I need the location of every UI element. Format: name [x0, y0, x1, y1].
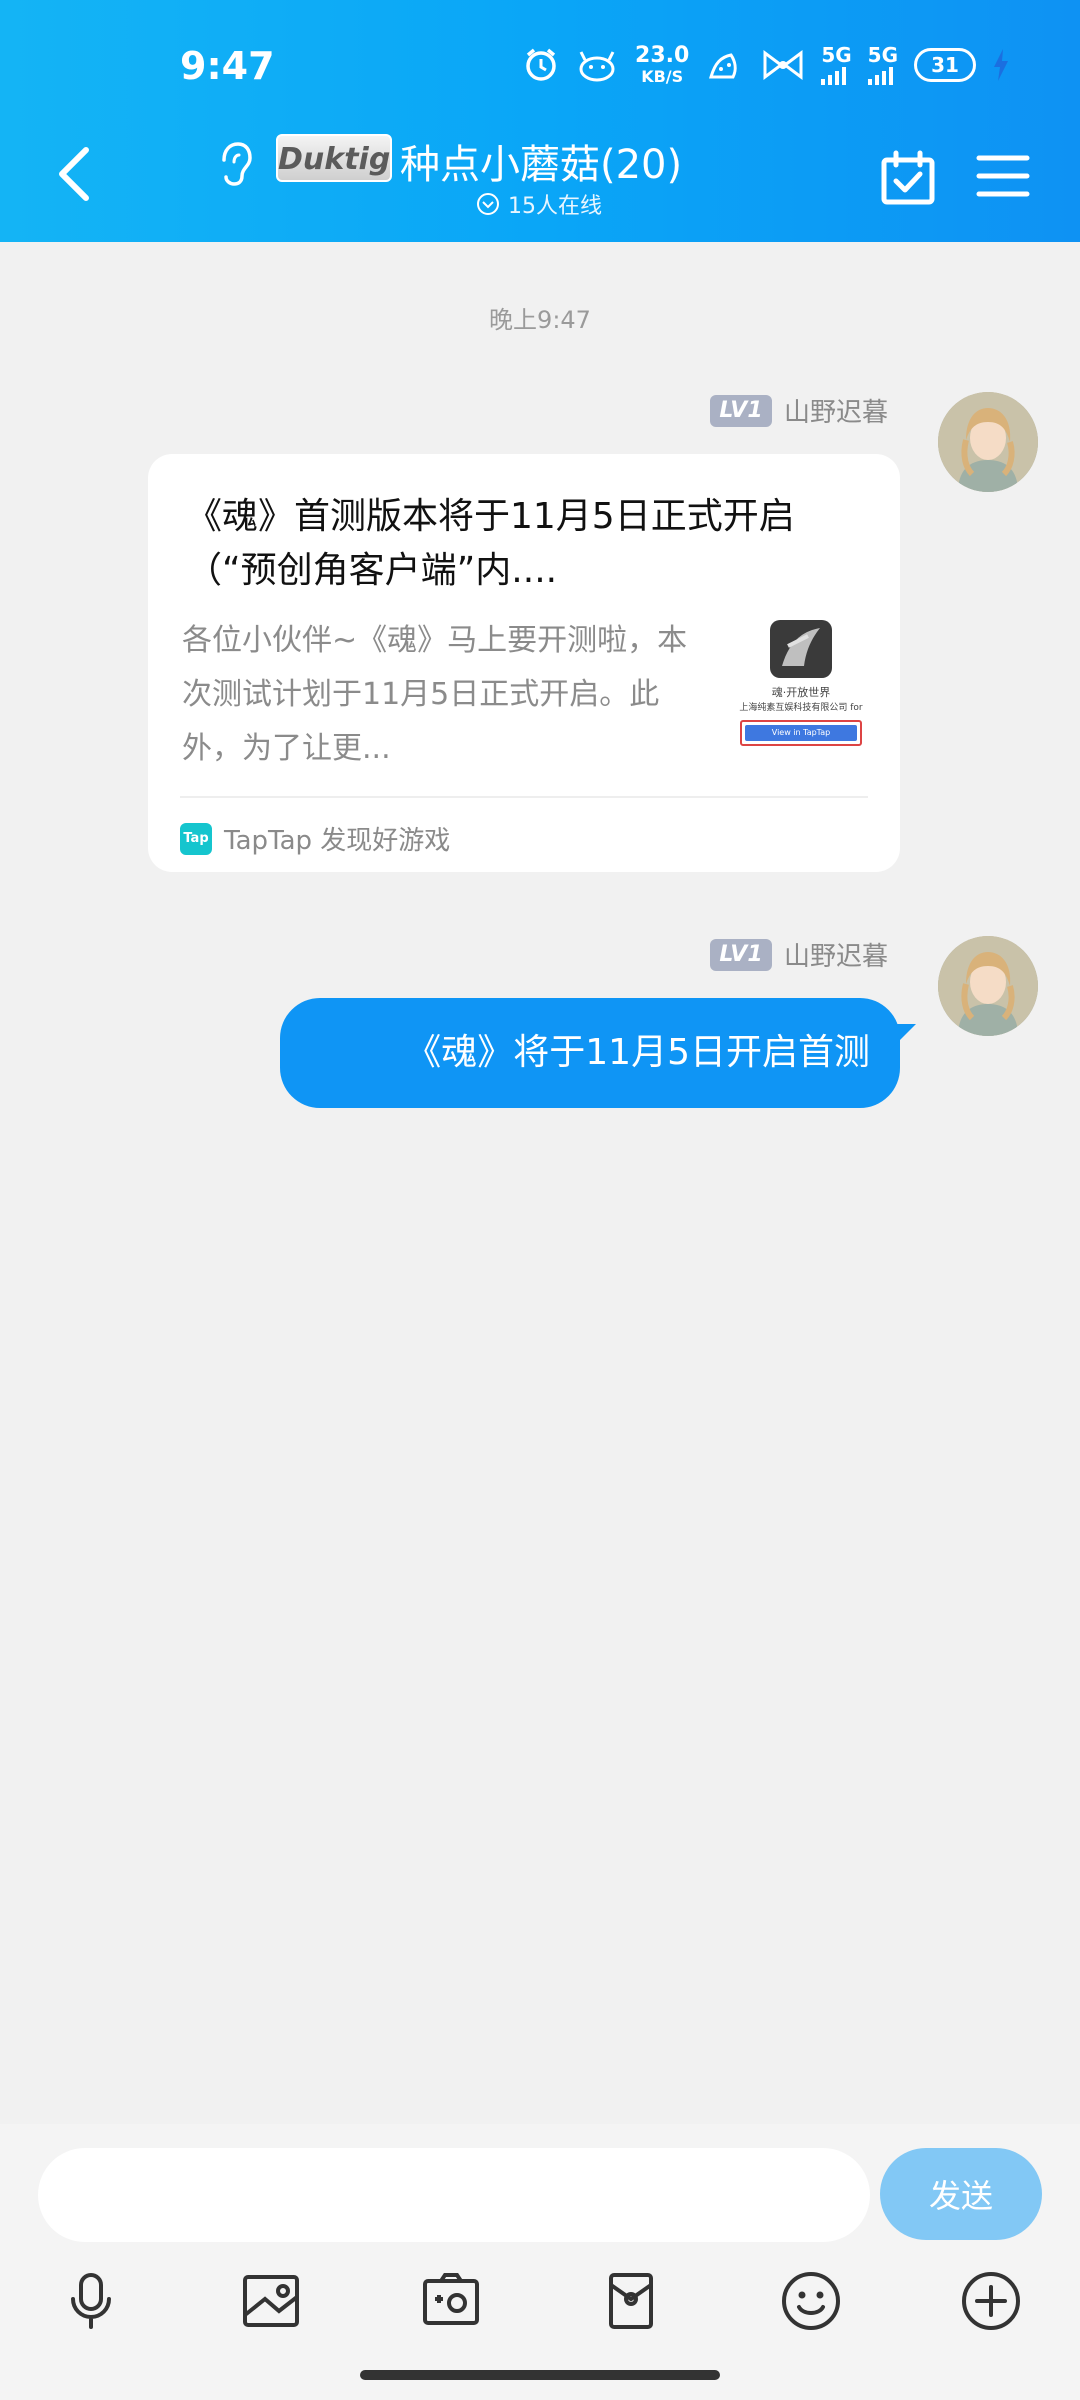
- sim1-label: 5G: [821, 43, 852, 67]
- thumb-subcaption: 上海纯素互娱科技有限公司 for: [739, 703, 863, 713]
- plus-circle-icon: [962, 2272, 1020, 2330]
- message-sender: LV1 山野迟暮: [709, 392, 888, 429]
- sim2-signal: 5G: [867, 43, 898, 85]
- more-button[interactable]: [956, 2266, 1026, 2336]
- sim-icon: [705, 47, 745, 83]
- menu-button[interactable]: [976, 152, 1030, 200]
- status-icons: 23.0 KB/S 5G 5G 31: [523, 42, 1010, 88]
- title-bar: Duktig 种点小蘑菇(20) 15人在线: [0, 120, 1080, 242]
- emoji-button[interactable]: [776, 2266, 846, 2336]
- message-timestamp: 晚上9:47: [489, 306, 591, 334]
- sender-name[interactable]: 山野迟暮: [784, 392, 888, 429]
- shared-link-card[interactable]: 《魂》首测版本将于11月5日正式开启（“预创角客户端”内.... 各位小伙伴~《…: [148, 454, 900, 872]
- message-input[interactable]: [38, 2148, 870, 2242]
- red-packet-button[interactable]: [596, 2266, 666, 2336]
- card-thumbnail: 魂·开放世界 上海纯素互娱科技有限公司 for View in TapTap: [726, 616, 876, 752]
- sim1-signal: 5G: [821, 43, 852, 85]
- camera-button[interactable]: [416, 2266, 486, 2336]
- menu-icon: [976, 155, 1030, 197]
- alarm-icon: [523, 47, 559, 83]
- home-indicator[interactable]: [360, 2370, 720, 2380]
- gesture-nav-area: [0, 2352, 1080, 2400]
- bow-icon: [761, 47, 805, 83]
- chevron-left-icon: [59, 147, 89, 201]
- message-bubble[interactable]: 《魂》将于11月5日开启首测: [280, 998, 900, 1108]
- status-time: 9:47: [180, 44, 275, 88]
- calendar-button[interactable]: [880, 150, 936, 206]
- card-footer: Tap TapTap 发现好游戏: [180, 820, 450, 857]
- thumb-button-frame: View in TapTap: [740, 720, 862, 746]
- avatar[interactable]: [938, 936, 1038, 1036]
- online-count: 15人在线: [508, 194, 602, 219]
- pet-icon: [575, 47, 619, 83]
- microphone-icon: [71, 2273, 111, 2329]
- voice-button[interactable]: [56, 2266, 126, 2336]
- chat-header: 9:47 23.0 KB/S 5G 5G 31 Duktig 种点小蘑菇(20)…: [0, 0, 1080, 242]
- charging-icon: [992, 49, 1010, 81]
- calendar-check-icon: [881, 150, 935, 205]
- group-name[interactable]: 种点小蘑菇(20): [400, 132, 682, 190]
- image-button[interactable]: [236, 2266, 306, 2336]
- level-badge: LV1: [709, 938, 772, 971]
- card-divider: [180, 796, 868, 798]
- ear-icon[interactable]: [214, 140, 254, 188]
- taptap-logo-icon: Tap: [180, 822, 212, 855]
- net-speed-unit: KB/S: [641, 67, 684, 86]
- battery-level: 31: [931, 53, 959, 77]
- online-status[interactable]: 15人在线: [476, 188, 602, 220]
- group-logo: Duktig: [276, 134, 392, 182]
- signal-icon: [821, 65, 847, 85]
- thumb-caption: 魂·开放世界: [771, 686, 831, 699]
- card-description: 各位小伙伴~《魂》马上要开测啦，本次测试计划于11月5日正式开启。此外，为了让更…: [182, 623, 688, 766]
- battery-icon: 31: [914, 48, 976, 82]
- message-sender: LV1 山野迟暮: [709, 936, 888, 973]
- avatar[interactable]: [938, 392, 1038, 492]
- status-bar: 9:47 23.0 KB/S 5G 5G 31: [0, 0, 1080, 120]
- level-badge: LV1: [709, 394, 772, 427]
- sender-name[interactable]: 山野迟暮: [784, 936, 888, 973]
- red-packet-icon: [609, 2273, 653, 2329]
- message-input-area: 发送: [0, 2124, 1080, 2262]
- input-toolbar: [0, 2262, 1080, 2352]
- emoji-icon: [782, 2272, 840, 2330]
- sim2-label: 5G: [867, 43, 898, 67]
- chevron-down-circle-icon: [477, 193, 499, 215]
- bubble-tail: [886, 1024, 916, 1054]
- send-button[interactable]: 发送: [880, 2148, 1042, 2240]
- camera-icon: [423, 2273, 479, 2325]
- net-speed: 23.0 KB/S: [635, 45, 689, 85]
- card-title: 《魂》首测版本将于11月5日正式开启（“预创角客户端”内....: [186, 496, 795, 591]
- net-speed-value: 23.0: [635, 43, 690, 68]
- chat-area[interactable]: 晚上9:47 LV1 山野迟暮 《魂》首测版本将于11月5日正式开启（“预创角客…: [0, 242, 1080, 2124]
- back-button[interactable]: [50, 144, 100, 204]
- image-icon: [243, 2275, 299, 2327]
- card-source: TapTap 发现好游戏: [224, 826, 451, 856]
- thumb-button: View in TapTap: [745, 725, 857, 741]
- signal-icon: [867, 65, 893, 85]
